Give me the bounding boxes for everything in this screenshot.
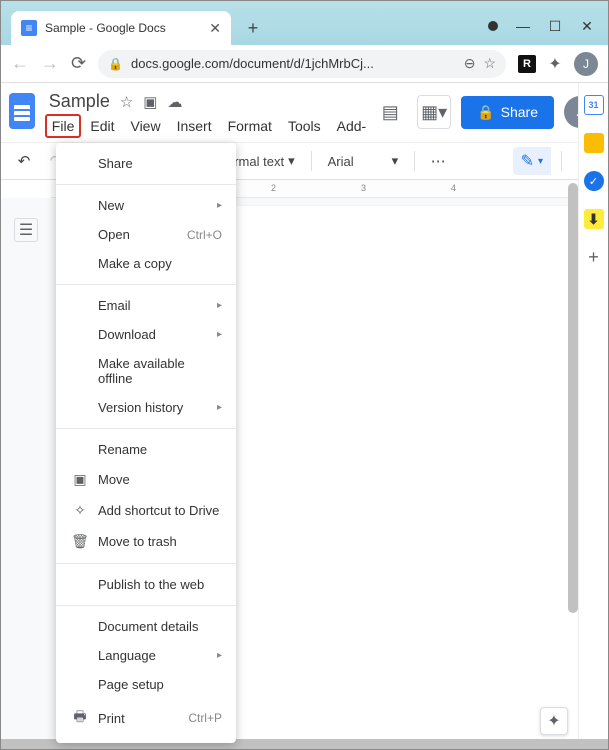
menu-format[interactable]: Format xyxy=(221,114,279,138)
menu-file[interactable]: File xyxy=(45,114,82,138)
zoom-icon[interactable]: ⊖ xyxy=(464,55,476,72)
file-menu-move[interactable]: ▣Move xyxy=(56,464,236,495)
file-menu-make-copy[interactable]: Make a copy xyxy=(56,249,236,278)
explore-button[interactable]: ✦ xyxy=(540,707,568,735)
file-menu-doc-details[interactable]: Document details xyxy=(56,612,236,641)
drive-shortcut-icon: ✧ xyxy=(70,502,90,519)
chevron-down-icon: ▾ xyxy=(288,153,295,169)
file-menu-share[interactable]: Share xyxy=(56,149,236,178)
menu-view[interactable]: View xyxy=(123,114,167,138)
tasks-addon-icon[interactable]: ✓ xyxy=(584,171,604,191)
tab-title: Sample - Google Docs xyxy=(45,21,201,35)
window-maximize-button[interactable]: ☐ xyxy=(548,19,562,33)
side-panel: 31 ✓ ⬇ + xyxy=(578,83,608,749)
star-icon[interactable]: ☆ xyxy=(120,93,133,111)
move-icon[interactable]: ▣ xyxy=(143,93,157,111)
submenu-arrow-icon: ▸ xyxy=(217,200,222,211)
chevron-down-icon: ▾ xyxy=(392,153,399,169)
vertical-scrollbar[interactable] xyxy=(568,183,578,613)
left-rail: ☰ xyxy=(1,198,51,744)
back-button[interactable]: ← xyxy=(11,53,29,74)
chevron-down-icon: ▾ xyxy=(538,156,543,167)
browser-profile-avatar[interactable]: J xyxy=(574,52,598,76)
file-menu-download[interactable]: Download▸ xyxy=(56,320,236,349)
file-menu-version-history[interactable]: Version history▸ xyxy=(56,393,236,422)
file-menu-dropdown: Share New▸ OpenCtrl+O Make a copy Email▸… xyxy=(56,143,236,743)
share-button[interactable]: 🔒 Share xyxy=(461,96,554,129)
document-title[interactable]: Sample xyxy=(49,91,110,112)
file-menu-page-setup[interactable]: Page setup xyxy=(56,670,236,699)
file-menu-add-shortcut[interactable]: ✧Add shortcut to Drive xyxy=(56,495,236,526)
reload-button[interactable]: ⟳ xyxy=(71,53,86,74)
outline-toggle-button[interactable]: ☰ xyxy=(14,218,38,242)
browser-urlbar: ← → ⟳ 🔒 docs.google.com/document/d/1jchM… xyxy=(1,45,608,83)
menu-edit[interactable]: Edit xyxy=(83,114,121,138)
menu-addons[interactable]: Add- xyxy=(330,114,374,138)
bookmark-icon[interactable]: ☆ xyxy=(483,55,496,72)
file-menu-new[interactable]: New▸ xyxy=(56,191,236,220)
submenu-arrow-icon: ▸ xyxy=(217,329,222,340)
editing-mode-button[interactable]: ✎ ▾ xyxy=(513,147,551,175)
window-account-icon[interactable] xyxy=(488,21,498,31)
file-menu-offline[interactable]: Make available offline xyxy=(56,349,236,393)
maps-addon-icon[interactable]: ⬇ xyxy=(584,209,604,229)
file-menu-email[interactable]: Email▸ xyxy=(56,291,236,320)
undo-button[interactable]: ↶ xyxy=(11,148,37,174)
browser-tab[interactable]: Sample - Google Docs ✕ xyxy=(11,11,231,45)
extensions-icon[interactable]: ✦ xyxy=(546,55,564,73)
comments-button[interactable]: ▤ xyxy=(373,95,407,129)
font-select[interactable]: Arial ▾ xyxy=(322,153,405,169)
tab-close-icon[interactable]: ✕ xyxy=(209,20,221,37)
file-menu-rename[interactable]: Rename xyxy=(56,435,236,464)
menu-insert[interactable]: Insert xyxy=(170,114,219,138)
forward-button[interactable]: → xyxy=(41,53,59,74)
lock-icon: 🔒 xyxy=(477,104,494,121)
more-toolbar-button[interactable]: ⋯ xyxy=(425,148,451,174)
window-minimize-button[interactable]: — xyxy=(516,19,530,33)
keep-addon-icon[interactable] xyxy=(584,133,604,153)
calendar-addon-icon[interactable]: 31 xyxy=(584,95,604,115)
submenu-arrow-icon: ▸ xyxy=(217,300,222,311)
menu-bar: File Edit View Insert Format Tools Add- xyxy=(39,114,373,138)
add-addon-button[interactable]: + xyxy=(584,247,604,267)
address-bar[interactable]: 🔒 docs.google.com/document/d/1jchMrbCj..… xyxy=(98,50,506,78)
submenu-arrow-icon: ▸ xyxy=(217,650,222,661)
extension-r-icon[interactable]: R xyxy=(518,55,536,73)
url-text: docs.google.com/document/d/1jchMrbCj... xyxy=(131,56,456,71)
trash-icon: 🗑 xyxy=(70,533,90,550)
docs-logo-icon[interactable] xyxy=(9,93,35,129)
menu-tools[interactable]: Tools xyxy=(281,114,328,138)
new-tab-button[interactable]: + xyxy=(239,14,267,42)
docs-favicon xyxy=(21,20,37,36)
pencil-icon: ✎ xyxy=(521,151,534,171)
submenu-arrow-icon: ▸ xyxy=(217,402,222,413)
window-close-button[interactable]: ✕ xyxy=(580,19,594,33)
file-menu-publish[interactable]: Publish to the web xyxy=(56,570,236,599)
browser-titlebar: Sample - Google Docs ✕ + — ☐ ✕ xyxy=(1,1,608,45)
file-menu-print[interactable]: 🖶PrintCtrl+P xyxy=(56,699,236,737)
folder-move-icon: ▣ xyxy=(70,471,90,488)
docs-header: Sample ☆ ▣ ☁ File Edit View Insert Forma… xyxy=(1,83,608,138)
present-button[interactable]: ▦▾ xyxy=(417,95,451,129)
file-menu-language[interactable]: Language▸ xyxy=(56,641,236,670)
cloud-status-icon[interactable]: ☁ xyxy=(167,93,182,111)
print-icon: 🖶 xyxy=(70,706,90,730)
lock-icon: 🔒 xyxy=(108,57,123,71)
file-menu-trash[interactable]: 🗑Move to trash xyxy=(56,526,236,557)
file-menu-open[interactable]: OpenCtrl+O xyxy=(56,220,236,249)
